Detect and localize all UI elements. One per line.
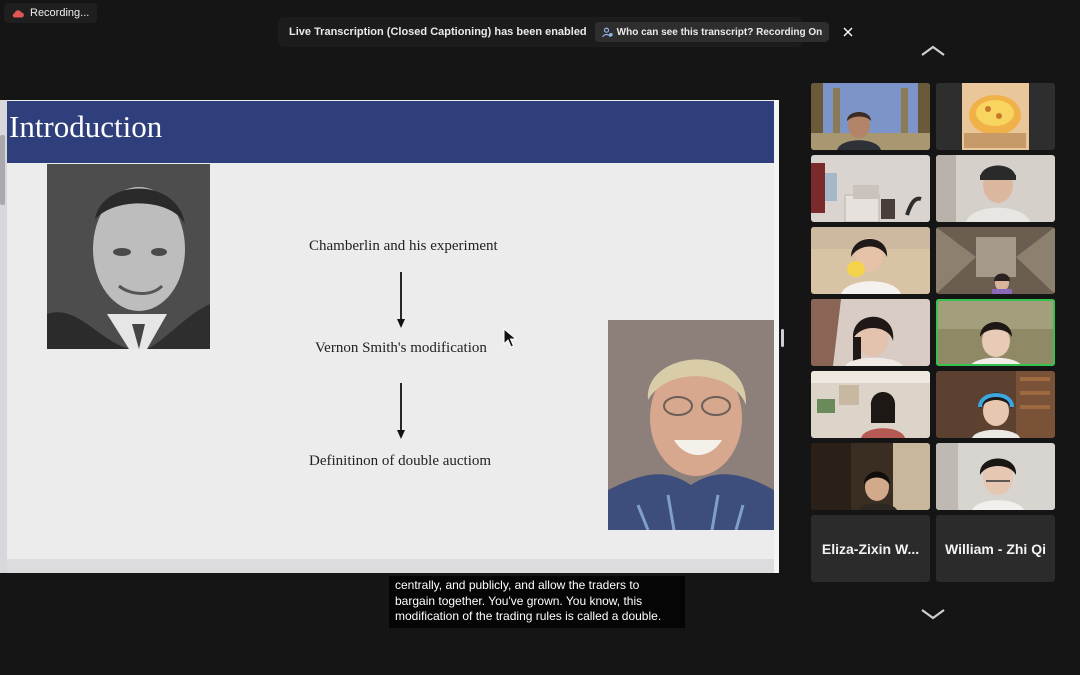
participant-video-tile[interactable] [936, 371, 1055, 438]
slide-title: Introduction [9, 109, 163, 144]
arrow-down-icon [397, 272, 405, 328]
mouse-pointer-icon [503, 328, 517, 348]
recording-indicator[interactable]: Recording... [4, 3, 98, 23]
step-3-text: Definitinon of double auctiom [309, 453, 492, 469]
participant-video [936, 155, 1055, 222]
participant-video-tile[interactable] [936, 443, 1055, 510]
close-notification-button[interactable] [843, 25, 853, 39]
participant-name-tile[interactable]: William - Zhi Qi [936, 515, 1055, 582]
chamberlin-portrait [47, 164, 210, 349]
participant-video-tile[interactable] [811, 443, 930, 510]
participant-video [811, 155, 930, 222]
slide-right-edge [774, 100, 779, 573]
slide-title-bar: Introduction [7, 101, 774, 163]
who-can-see-button[interactable]: Who can see this transcript? Recording O… [594, 22, 830, 42]
caption-line: bargain together. You've grown. You know… [395, 593, 643, 608]
step-1-text: Chamberlin and his experiment [309, 238, 498, 254]
person-lock-icon [601, 27, 613, 37]
who-can-see-label: Who can see this transcript? Recording O… [616, 26, 823, 38]
participant-video [936, 443, 1055, 510]
transcription-notification: Live Transcription (Closed Captioning) h… [278, 17, 853, 47]
participant-video-tile[interactable] [811, 227, 930, 294]
shared-screen: Introduction Chamberlin and his experime… [0, 100, 779, 573]
closed-caption: centrally, and publicly, and allow the t… [389, 576, 685, 628]
slide-scrollbar[interactable] [0, 135, 5, 205]
participant-video [811, 83, 930, 150]
gallery-up-chevron-icon[interactable] [919, 44, 947, 58]
participant-video [811, 227, 930, 294]
participant-video-tile[interactable] [936, 227, 1055, 294]
vernon-smith-portrait [608, 320, 774, 530]
participant-video [811, 443, 930, 510]
participant-name-tile[interactable]: Eliza-Zixin W... [811, 515, 930, 582]
participant-video [811, 299, 930, 366]
step-2-text: Vernon Smith's modification [315, 340, 487, 356]
participant-video [936, 83, 1055, 150]
participant-name: William - Zhi Qi [945, 540, 1046, 557]
slide-bottom-strip [7, 559, 774, 573]
active-speaker-video-tile[interactable] [936, 299, 1055, 366]
panel-resize-handle[interactable] [781, 329, 784, 347]
cloud-recording-icon [12, 9, 24, 18]
participant-video-tile[interactable] [811, 371, 930, 438]
participant-video-tile[interactable] [936, 155, 1055, 222]
caption-line: centrally, and publicly, and allow the t… [395, 578, 640, 592]
notification-message: Live Transcription (Closed Captioning) h… [289, 26, 587, 38]
recording-label: Recording... [30, 7, 90, 19]
participant-video [936, 227, 1055, 294]
participant-video [811, 371, 930, 438]
participant-video-tile[interactable] [811, 299, 930, 366]
participant-name: Eliza-Zixin W... [821, 540, 920, 557]
participant-video-tile[interactable] [811, 155, 930, 222]
participant-video [936, 299, 1055, 366]
participant-video-tile[interactable] [811, 83, 930, 150]
arrow-down-icon [397, 383, 405, 439]
close-icon [843, 27, 853, 37]
participant-video-tile[interactable] [936, 83, 1055, 150]
participant-video [936, 371, 1055, 438]
gallery-down-chevron-icon[interactable] [919, 607, 947, 621]
caption-line: modification of the trading rules is cal… [395, 609, 662, 623]
